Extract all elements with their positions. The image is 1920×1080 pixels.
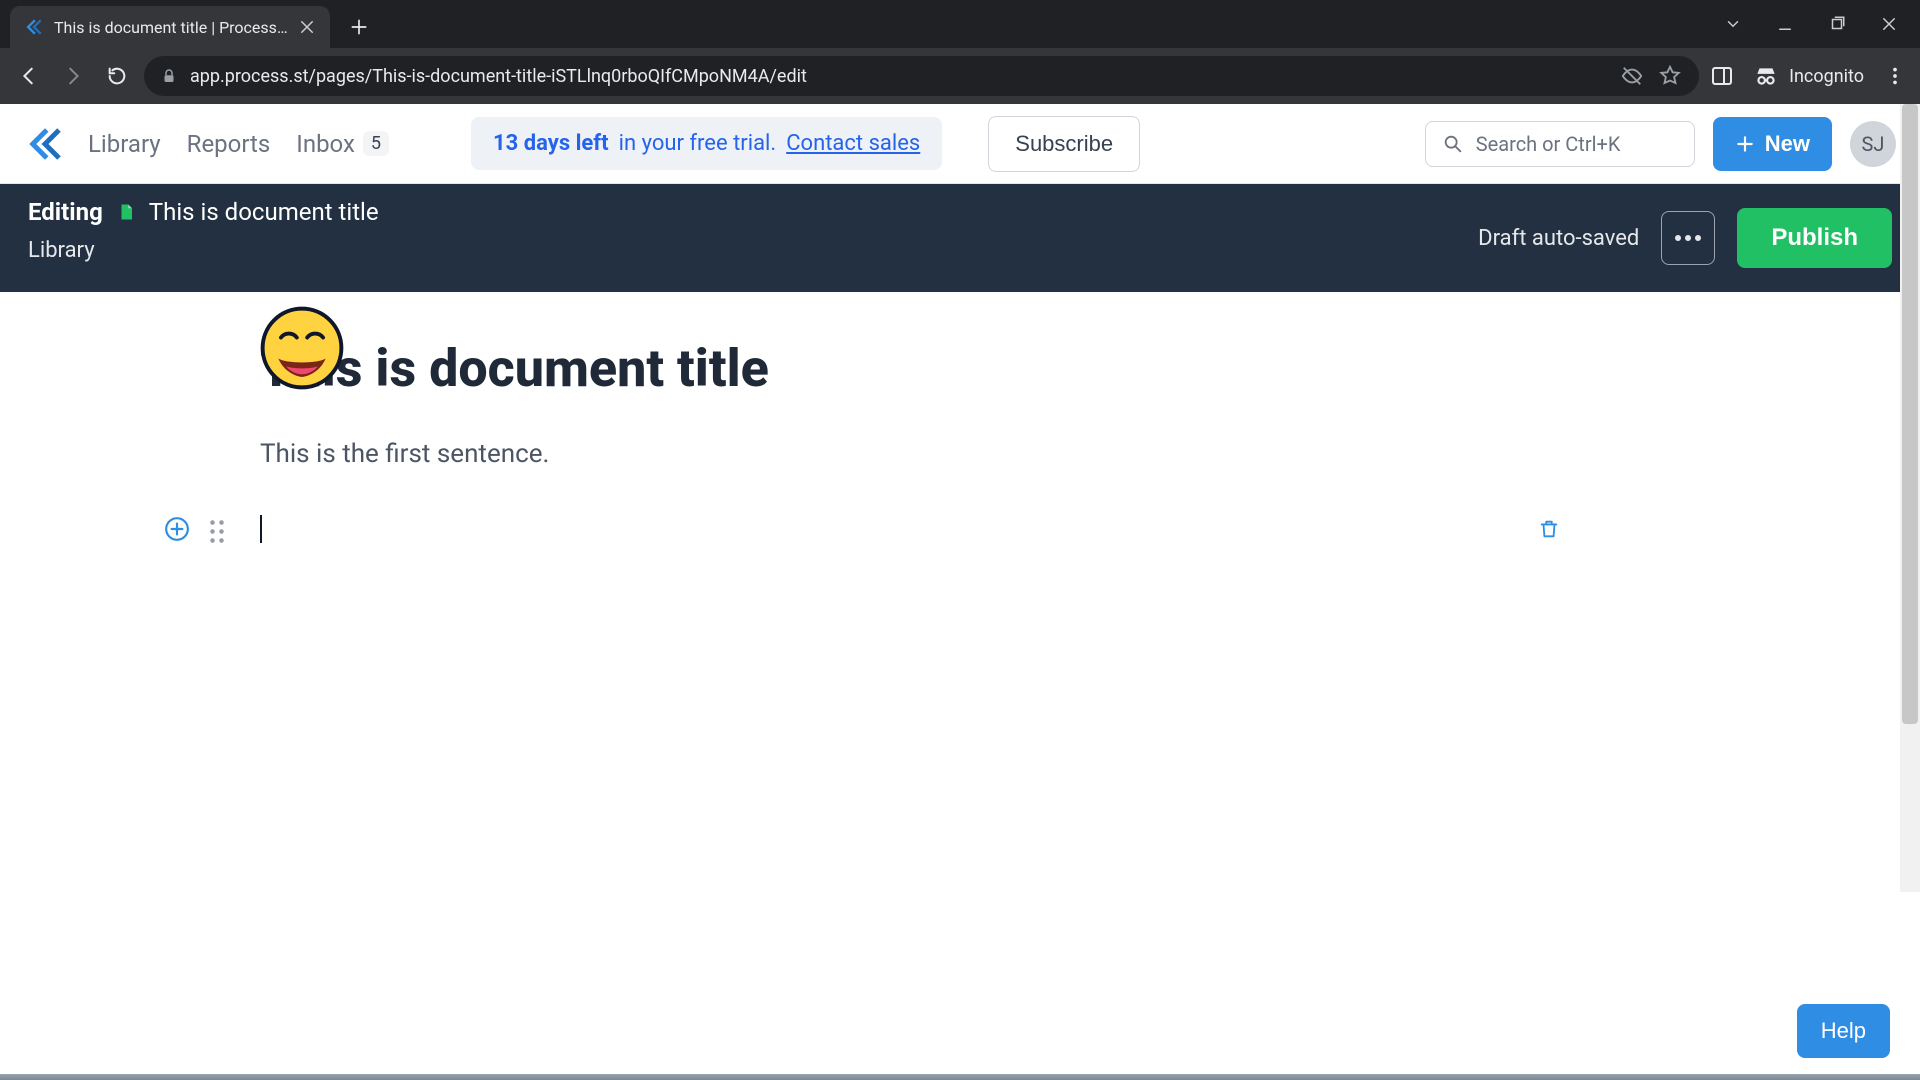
new-button[interactable]: New [1713,117,1832,171]
editing-label: Editing [28,198,103,226]
close-window-icon[interactable] [1880,15,1898,33]
help-button[interactable]: Help [1797,1004,1890,1058]
paragraph-block[interactable]: This is the first sentence. [260,439,1920,469]
trial-days-left: 13 days left [493,131,609,156]
nav-library[interactable]: Library [84,126,165,162]
back-button[interactable] [12,59,46,93]
minimize-icon[interactable] [1776,15,1794,33]
favicon-icon [24,17,44,37]
trial-banner: 13 days left in your free trial. Contact… [471,117,942,170]
publish-button[interactable]: Publish [1737,208,1892,268]
nav-inbox-label: Inbox [296,130,355,158]
incognito-indicator[interactable]: Incognito [1753,63,1864,89]
window-controls [1724,0,1920,48]
page-emoji[interactable] [260,306,344,390]
scrollbar-thumb[interactable] [1902,104,1918,724]
search-placeholder: Search or Ctrl+K [1476,132,1621,156]
kebab-icon[interactable] [1882,63,1908,89]
avatar[interactable]: SJ [1850,121,1896,167]
inbox-count-badge: 5 [363,131,389,156]
tab-title: This is document title | Process St [54,18,288,37]
page-title[interactable]: This is document title [260,338,1920,399]
search-input[interactable]: Search or Ctrl+K [1425,121,1695,167]
plus-icon [1735,134,1755,154]
toolbar-row: app.process.st/pages/This-is-document-ti… [0,48,1920,104]
contact-sales-link[interactable]: Contact sales [786,131,920,156]
browser-tab[interactable]: This is document title | Process St [10,6,330,48]
autosave-status: Draft auto-saved [1478,226,1639,251]
more-menu-button[interactable] [1661,211,1715,265]
subscribe-button[interactable]: Subscribe [988,116,1140,172]
breadcrumb[interactable]: Library [28,238,379,263]
add-block-button[interactable] [164,516,190,542]
browser-chrome: This is document title | Process St app.… [0,0,1920,104]
search-icon [1442,133,1464,155]
close-tab-icon[interactable] [298,18,316,36]
incognito-label: Incognito [1789,66,1864,87]
toolbar-right: Incognito [1709,63,1908,89]
chevron-down-icon[interactable] [1724,15,1742,33]
panel-icon[interactable] [1709,63,1735,89]
os-taskbar-edge [0,1074,1920,1080]
top-nav: Library Reports Inbox 5 13 days left in … [0,104,1920,184]
address-bar[interactable]: app.process.st/pages/This-is-document-ti… [144,56,1699,96]
delete-block-button[interactable] [1538,517,1560,541]
vertical-scrollbar[interactable] [1900,104,1920,892]
document-icon [117,201,135,223]
text-caret [260,515,262,543]
incognito-icon [1753,63,1779,89]
star-icon[interactable] [1657,63,1683,89]
app-logo-icon[interactable] [24,123,66,165]
nav-reports[interactable]: Reports [183,126,275,162]
editing-bar: Editing This is document title Library D… [0,184,1920,292]
maximize-icon[interactable] [1828,15,1846,33]
eye-off-icon[interactable] [1619,63,1645,89]
trial-suffix: in your free trial. [619,131,777,156]
app-root: Library Reports Inbox 5 13 days left in … [0,104,1920,1080]
laughing-emoji-icon [260,306,344,390]
tab-strip: This is document title | Process St [0,0,1920,48]
avatar-initials: SJ [1862,132,1885,156]
new-tab-button[interactable] [342,10,376,44]
new-label: New [1765,131,1810,157]
document-canvas: This is document title This is the first… [0,338,1920,543]
editing-doc-title: This is document title [149,198,379,226]
url-text: app.process.st/pages/This-is-document-ti… [190,66,807,87]
forward-button[interactable] [56,59,90,93]
drag-handle-icon[interactable] [208,518,226,540]
reload-button[interactable] [100,59,134,93]
empty-block[interactable] [260,515,1920,543]
nav-inbox[interactable]: Inbox 5 [292,126,393,162]
lock-icon [160,67,178,85]
